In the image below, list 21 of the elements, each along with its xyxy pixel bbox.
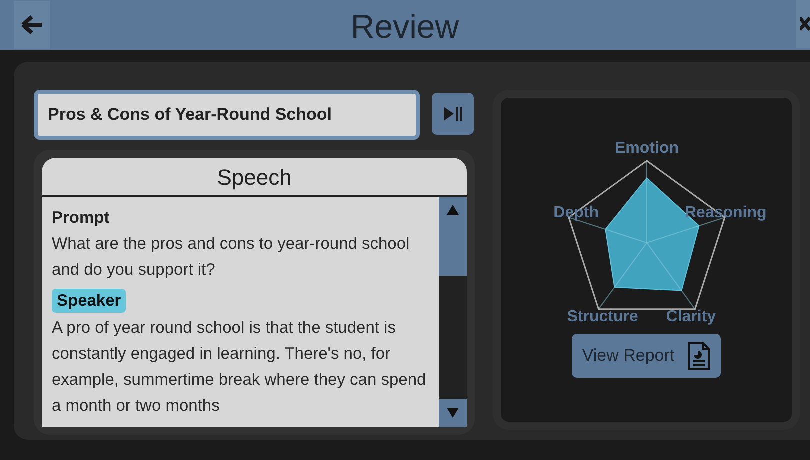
- axis-label: Clarity: [666, 308, 716, 326]
- axis-label: Structure: [566, 308, 638, 326]
- scroll-down-button[interactable]: [439, 399, 467, 427]
- back-arrow-icon: [21, 15, 43, 35]
- transcript-text: A pro of year round school is that the student is constantly engaged in learning. There's no, for example, summertime break where they can spend a month or two months: [52, 318, 428, 417]
- topic-field[interactable]: Pros & Cons of Year-Round School: [34, 90, 420, 140]
- axis-label: Emotion: [614, 140, 678, 157]
- prompt-text: What are the pros and cons to year-round school and do you support it?: [52, 234, 411, 281]
- screen-title: Review: [350, 8, 460, 45]
- scrollbar[interactable]: [439, 197, 467, 427]
- speech-title: Speech: [217, 165, 292, 190]
- document-icon: [686, 341, 711, 371]
- close-button[interactable]: [796, 0, 810, 48]
- up-triangle-icon: [447, 205, 459, 215]
- scroll-up-button[interactable]: [439, 197, 467, 276]
- play-pause-button[interactable]: [432, 93, 474, 135]
- back-button[interactable]: [14, 1, 50, 49]
- prompt-label: Prompt: [52, 209, 110, 227]
- down-triangle-icon: [447, 408, 459, 418]
- speaker-tag: Speaker: [52, 289, 126, 313]
- play-pause-icon: [443, 106, 463, 122]
